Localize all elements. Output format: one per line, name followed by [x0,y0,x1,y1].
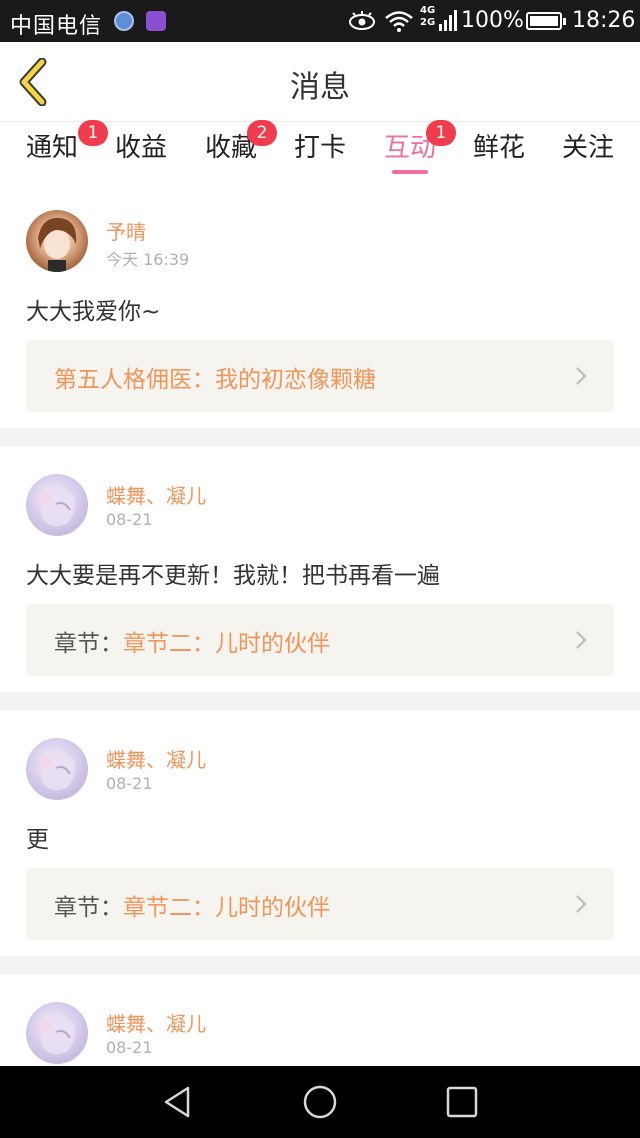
avatar-portrait-icon [40,1015,75,1054]
reference-title: 第五人格佣医：我的初恋像颗糖 [54,367,376,393]
message-time: 08-21 [106,774,153,793]
tab-earnings[interactable]: 收益 [101,130,181,178]
gallery-notification-icon [146,11,166,31]
username[interactable]: 蝶舞、凝儿 [106,480,206,509]
tab-favorites[interactable]: 收藏 2 [191,120,277,178]
eye-comfort-icon [349,11,375,30]
message-text: 更 [26,827,49,853]
avatar-portrait-icon [40,487,75,526]
carrier-name: 中国电信 [10,14,103,39]
tab-following[interactable]: 关注 [548,130,628,178]
tab-bar: 通知 1 收益 收藏 2 打卡 互动 1 鲜花 关注 [0,120,640,178]
message-time: 08-21 [106,1038,153,1057]
clock: 18:26 [572,8,636,33]
active-tab-indicator [392,170,428,174]
username[interactable]: 蝶舞、凝儿 [106,1008,206,1037]
unread-badge: 2 [247,120,277,146]
divider [0,428,640,446]
tab-label: 收益 [114,133,167,163]
reference-title: 章节二：儿时的伙伴 [123,631,330,657]
battery-icon [526,12,566,30]
tab-interactions[interactable]: 互动 1 [370,120,456,178]
status-bar: 中国电信 4G 2G 100% 18:26 [0,0,640,42]
tab-notifications[interactable]: 通知 1 [12,120,108,178]
wifi-icon [385,11,413,32]
message-text: 大大我爱你~ [26,299,161,325]
username[interactable]: 蝶舞、凝儿 [106,744,206,773]
avatar[interactable] [26,1002,88,1064]
message-card: 蝶舞、凝儿 08-21 更 章节：章节二：儿时的伙伴 [0,710,640,956]
network-type: 4G 2G [420,5,436,28]
recent-square-icon[interactable] [444,1084,480,1120]
avatar[interactable] [26,738,88,800]
signal-icon [439,10,457,31]
tab-label: 通知 [25,133,78,163]
username[interactable]: 予晴 [106,216,146,245]
page-title: 消息 [290,70,350,105]
divider [0,692,640,710]
tab-label: 打卡 [293,133,346,163]
reference-text: 第五人格佣医：我的初恋像颗糖 [54,360,376,394]
chapter-reference[interactable]: 章节：章节二：儿时的伙伴 [26,868,614,940]
message-time: 今天 16:39 [106,250,190,269]
tab-label: 鲜花 [472,133,525,163]
message-text: 大大要是再不更新！我就！把书再看一遍 [26,563,440,589]
tab-label: 关注 [561,133,614,163]
battery-percent: 100% [461,8,524,33]
home-circle-icon[interactable] [302,1084,338,1120]
header: 消息 [0,42,640,122]
tab-flowers[interactable]: 鲜花 [459,130,539,178]
avatar[interactable] [26,210,88,272]
avatar-portrait-icon [38,217,77,272]
avatar[interactable] [26,474,88,536]
chevron-right-icon [576,367,587,385]
message-time: 08-21 [106,510,153,529]
chevron-right-icon [576,631,587,649]
reference-title: 章节二：儿时的伙伴 [123,895,330,921]
reference-text: 章节：章节二：儿时的伙伴 [54,624,330,658]
avatar-portrait-icon [40,751,75,790]
chapter-reference[interactable]: 章节：章节二：儿时的伙伴 [26,604,614,676]
reference-prefix: 章节： [54,895,123,921]
message-card: 蝶舞、凝儿 08-21 [0,974,640,1066]
unread-badge: 1 [426,120,456,146]
system-nav-bar [0,1066,640,1138]
book-reference[interactable]: 第五人格佣医：我的初恋像颗糖 [26,340,614,412]
tab-checkin[interactable]: 打卡 [280,130,360,178]
reference-text: 章节：章节二：儿时的伙伴 [54,888,330,922]
message-card: 蝶舞、凝儿 08-21 大大要是再不更新！我就！把书再看一遍 章节：章节二：儿时… [0,446,640,692]
message-card: 予晴 今天 16:39 大大我爱你~ 第五人格佣医：我的初恋像颗糖 [0,178,640,428]
chevron-right-icon [576,895,587,913]
divider [0,956,640,974]
app-notification-icon [114,11,134,31]
reference-prefix: 章节： [54,631,123,657]
back-triangle-icon[interactable] [160,1084,196,1120]
